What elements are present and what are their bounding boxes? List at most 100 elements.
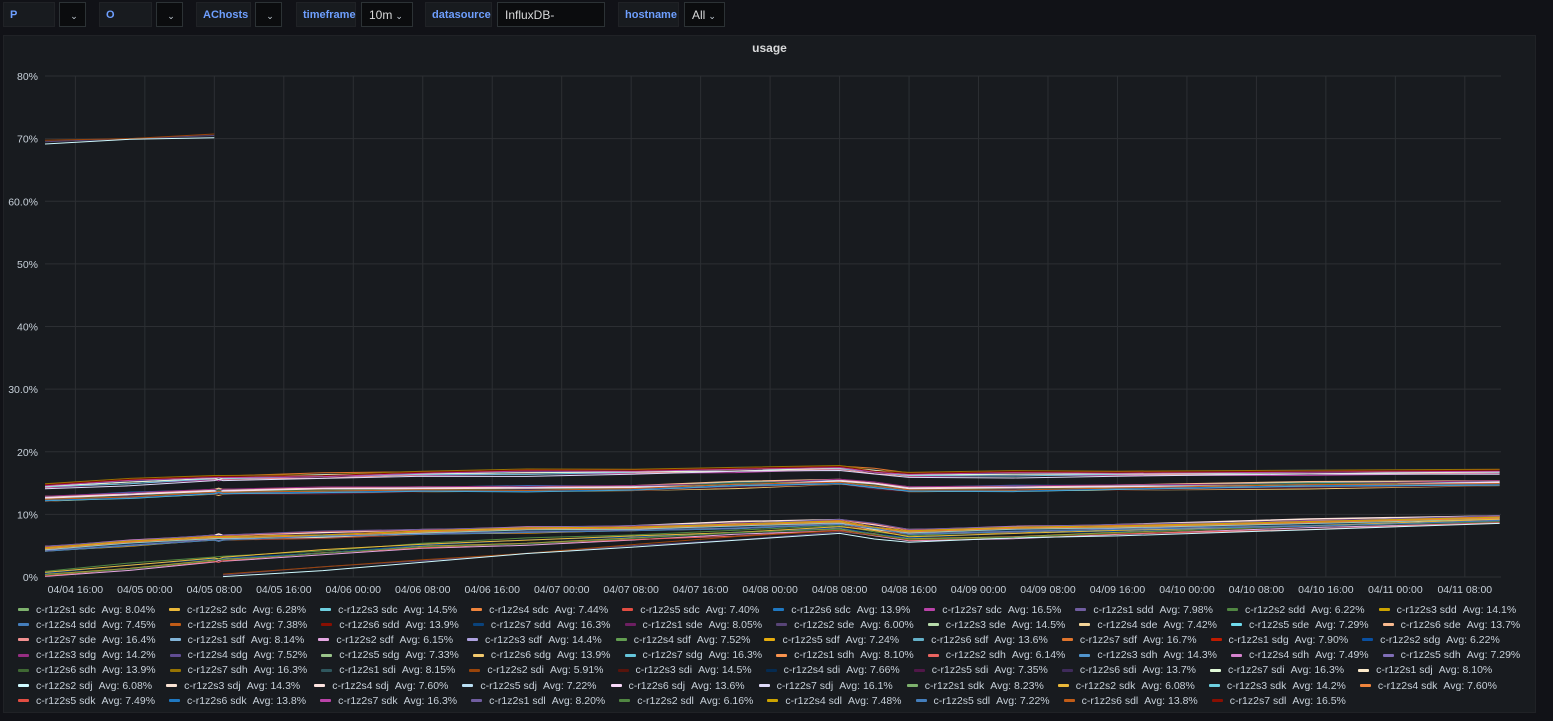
legend-series-name[interactable]: c-r1z2s4 sdk [1378, 680, 1438, 692]
legend-series-name[interactable]: c-r1z2s4 sdj [332, 680, 389, 692]
legend-series-name[interactable]: c-r1z2s7 sdf [1080, 634, 1137, 646]
legend-swatch[interactable] [1061, 668, 1073, 672]
legend-swatch[interactable] [906, 684, 918, 688]
legend-series-name[interactable]: c-r1z2s6 sdi [1080, 664, 1137, 676]
legend-swatch[interactable] [773, 608, 785, 612]
legend-swatch[interactable] [471, 608, 483, 612]
legend-swatch[interactable] [321, 623, 333, 627]
legend-series-name[interactable]: c-r1z2s2 sdh [946, 649, 1006, 661]
legend-swatch[interactable] [776, 653, 788, 657]
legend-series-name[interactable]: c-r1z2s4 sdd [36, 619, 96, 631]
legend-item[interactable]: c-r1z2s6 sdi Avg: 13.7% [1061, 663, 1196, 678]
legend-item[interactable]: c-r1z2s2 sdk Avg: 6.08% [1057, 678, 1195, 693]
legend-swatch[interactable] [321, 653, 333, 657]
legend-item[interactable]: c-r1z2s1 sdk Avg: 8.23% [906, 678, 1044, 693]
legend-item[interactable]: c-r1z2s5 sdl Avg: 7.22% [915, 693, 1050, 708]
legend-series-name[interactable]: c-r1z2s6 sdj [629, 680, 686, 692]
legend-series-name[interactable]: c-r1z2s3 sdc [338, 604, 398, 616]
legend-series-name[interactable]: c-r1z2s7 sdi [1228, 664, 1285, 676]
legend-series-name[interactable]: c-r1z2s1 sdi [339, 664, 396, 676]
legend-item[interactable]: c-r1z2s2 sdd Avg: 6.22% [1226, 602, 1365, 617]
legend-swatch[interactable] [1210, 638, 1222, 642]
legend-item[interactable]: c-r1z2s6 sdf Avg: 13.6% [913, 632, 1048, 647]
timeframe-dropdown[interactable]: 10m ⌄ [361, 2, 413, 27]
legend-series-name[interactable]: c-r1z2s5 sdi [932, 664, 989, 676]
legend-item[interactable]: c-r1z2s3 sdd Avg: 14.1% [1378, 602, 1516, 617]
legend-item[interactable]: c-r1z2s2 sdg Avg: 6.22% [1362, 632, 1500, 647]
legend-series-name[interactable]: c-r1z2s5 sde [1249, 619, 1309, 631]
legend-swatch[interactable] [1226, 608, 1238, 612]
legend-series-name[interactable]: c-r1z2s3 sdk [1227, 680, 1287, 692]
legend-swatch[interactable] [1378, 608, 1390, 612]
legend-swatch[interactable] [169, 638, 181, 642]
legend-swatch[interactable] [18, 699, 29, 703]
legend-swatch[interactable] [467, 638, 479, 642]
legend-swatch[interactable] [321, 668, 333, 672]
legend-item[interactable]: c-r1z2s5 sdi Avg: 7.35% [913, 663, 1048, 678]
legend-item[interactable]: c-r1z2s7 sdh Avg: 16.3% [169, 663, 307, 678]
legend-item[interactable]: c-r1z2s1 sdh Avg: 8.10% [776, 648, 914, 663]
legend-swatch[interactable] [624, 653, 636, 657]
legend-series-name[interactable]: c-r1z2s2 sdg [1380, 634, 1440, 646]
legend-item[interactable]: c-r1z2s3 sdj Avg: 14.3% [166, 678, 300, 693]
legend-series-name[interactable]: c-r1z2s3 sdh [1097, 649, 1157, 661]
legend-swatch[interactable] [320, 608, 332, 612]
legend-swatch[interactable] [18, 623, 29, 627]
legend-item[interactable]: c-r1z2s6 sdl Avg: 13.8% [1063, 693, 1198, 708]
legend-item[interactable]: c-r1z2s4 sdh Avg: 7.49% [1231, 648, 1369, 663]
legend-series-name[interactable]: c-r1z2s7 sdk [338, 695, 398, 707]
legend-swatch[interactable] [471, 699, 483, 703]
legend-swatch[interactable] [764, 638, 776, 642]
legend-swatch[interactable] [1079, 653, 1091, 657]
legend-series-name[interactable]: c-r1z2s3 sde [946, 619, 1006, 631]
legend-item[interactable]: c-r1z2s2 sdl Avg: 6.16% [619, 693, 753, 708]
legend-item[interactable]: c-r1z2s2 sde Avg: 6.00% [776, 617, 914, 632]
legend-swatch[interactable] [18, 653, 29, 657]
legend-swatch[interactable] [915, 699, 927, 703]
legend-series-name[interactable]: c-r1z2s4 sde [1097, 619, 1157, 631]
legend-item[interactable]: c-r1z2s4 sdg Avg: 7.52% [169, 648, 307, 663]
legend-series-name[interactable]: c-r1z2s7 sdj [777, 680, 834, 692]
p-nodes-dropdown[interactable]: ⌄ [59, 2, 86, 27]
legend-item[interactable]: c-r1z2s6 sdc Avg: 13.9% [773, 602, 910, 617]
legend-item[interactable]: c-r1z2s2 sdj Avg: 6.08% [18, 678, 152, 693]
legend-series-name[interactable]: c-r1z2s7 sde [36, 634, 96, 646]
legend-series-name[interactable]: c-r1z2s2 sdl [637, 695, 694, 707]
legend-series-name[interactable]: c-r1z2s7 sdl [1230, 695, 1287, 707]
legend-item[interactable]: c-r1z2s2 sdf Avg: 6.15% [318, 632, 453, 647]
legend-item[interactable]: c-r1z2s6 sdj Avg: 13.6% [610, 678, 745, 693]
legend-swatch[interactable] [1382, 653, 1394, 657]
legend-swatch[interactable] [318, 638, 330, 642]
legend-series-name[interactable]: c-r1z2s5 sdc [640, 604, 700, 616]
legend-item[interactable]: c-r1z2s5 sdc Avg: 7.40% [622, 602, 759, 617]
legend-swatch[interactable] [927, 653, 939, 657]
legend-swatch[interactable] [1382, 623, 1394, 627]
legend-item[interactable]: c-r1z2s6 sde Avg: 13.7% [1382, 617, 1520, 632]
legend-series-name[interactable]: c-r1z2s5 sdf [782, 634, 839, 646]
datasource-dropdown[interactable]: InfluxDB-zone2⌄ [497, 2, 605, 47]
legend-series-name[interactable]: c-r1z2s5 sdl [934, 695, 991, 707]
legend-item[interactable]: c-r1z2s4 sdk Avg: 7.60% [1359, 678, 1497, 693]
legend-swatch[interactable] [314, 684, 326, 688]
legend-item[interactable]: c-r1z2s1 sde Avg: 8.05% [624, 617, 762, 632]
legend-item[interactable]: c-r1z2s5 sdj Avg: 7.22% [462, 678, 597, 693]
legend-item[interactable]: c-r1z2s5 sde Avg: 7.29% [1231, 617, 1369, 632]
legend-series-name[interactable]: c-r1z2s6 sdl [1082, 695, 1139, 707]
legend-series-name[interactable]: c-r1z2s2 sdd [1245, 604, 1305, 616]
legend-swatch[interactable] [913, 638, 925, 642]
legend-series-name[interactable]: c-r1z2s7 sdg [643, 649, 703, 661]
legend-item[interactable]: c-r1z2s7 sde Avg: 16.4% [18, 632, 156, 647]
legend-item[interactable]: c-r1z2s3 sdg Avg: 14.2% [18, 648, 156, 663]
legend-item[interactable]: c-r1z2s3 sdh Avg: 14.3% [1079, 648, 1217, 663]
legend-swatch[interactable] [320, 699, 332, 703]
legend-series-name[interactable]: c-r1z2s4 sdi [784, 664, 841, 676]
legend-series-name[interactable]: c-r1z2s5 sdk [36, 695, 96, 707]
legend-swatch[interactable] [615, 638, 627, 642]
legend-swatch[interactable] [776, 623, 788, 627]
legend-swatch[interactable] [472, 653, 484, 657]
legend-item[interactable]: c-r1z2s2 sdi Avg: 5.91% [469, 663, 604, 678]
legend-series-name[interactable]: c-r1z2s1 sdj [1376, 664, 1433, 676]
legend-swatch[interactable] [18, 608, 29, 612]
legend-item[interactable]: c-r1z2s4 sdi Avg: 7.66% [765, 663, 900, 678]
legend-series-name[interactable]: c-r1z2s5 sdg [339, 649, 399, 661]
